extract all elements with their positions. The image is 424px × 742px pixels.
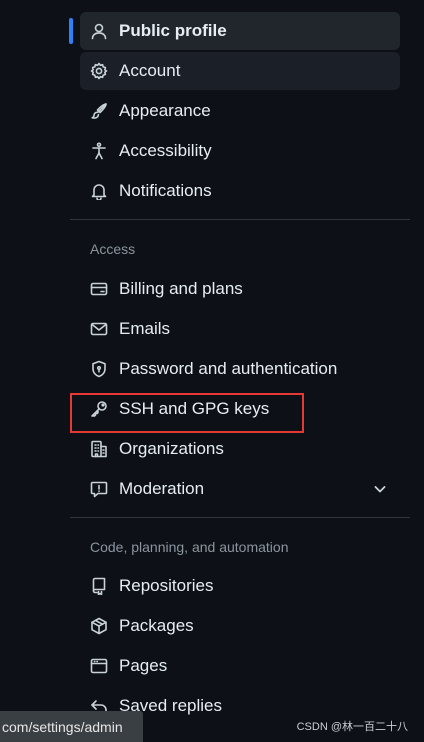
nav-item-label: Pages	[119, 656, 168, 675]
shield-lock-icon	[89, 359, 109, 379]
browser-icon	[89, 656, 109, 676]
nav-item-label: Organizations	[119, 439, 224, 458]
accessibility-icon	[89, 141, 109, 161]
credit-card-icon	[89, 279, 109, 299]
nav-item-accessibility[interactable]: Accessibility	[80, 132, 400, 170]
bell-icon	[89, 181, 109, 201]
nav-item-label: Accessibility	[119, 141, 212, 160]
section-title-code: Code, planning, and automation	[90, 539, 289, 555]
chevron-down-icon[interactable]	[372, 481, 388, 497]
settings-nav-code: Repositories Packages Pages Saved replie…	[80, 567, 400, 727]
nav-item-label: Notifications	[119, 181, 212, 200]
divider	[70, 517, 410, 518]
report-icon	[89, 479, 109, 499]
nav-item-password-auth[interactable]: Password and authentication	[80, 350, 400, 388]
settings-nav-top: Public profile Account Appearance Access…	[69, 12, 400, 212]
nav-item-label: Password and authentication	[119, 359, 338, 378]
package-icon	[89, 616, 109, 636]
nav-item-moderation[interactable]: Moderation	[80, 470, 400, 508]
settings-page: Public profile Account Appearance Access…	[0, 0, 424, 742]
nav-item-organizations[interactable]: Organizations	[80, 430, 400, 468]
nav-item-label: Appearance	[119, 101, 211, 120]
nav-item-label: Packages	[119, 616, 194, 635]
organization-icon	[89, 439, 109, 459]
watermark: CSDN @林一百二十八	[296, 721, 408, 733]
nav-item-label: SSH and GPG keys	[119, 399, 270, 418]
repo-icon	[89, 576, 109, 596]
nav-item-emails[interactable]: Emails	[80, 310, 400, 348]
nav-item-billing[interactable]: Billing and plans	[80, 270, 400, 308]
nav-item-label: Emails	[119, 319, 171, 338]
nav-item-ssh-gpg-keys[interactable]: SSH and GPG keys	[80, 390, 400, 428]
nav-item-packages[interactable]: Packages	[80, 607, 400, 645]
nav-item-label: Account	[119, 61, 181, 80]
settings-nav-access: Billing and plans Emails Password and au…	[80, 270, 400, 510]
nav-item-label: Moderation	[119, 479, 205, 498]
section-title-access: Access	[90, 241, 136, 257]
nav-item-label: Public profile	[119, 21, 227, 40]
nav-item-repositories[interactable]: Repositories	[80, 567, 400, 605]
nav-item-notifications[interactable]: Notifications	[80, 172, 400, 210]
active-indicator	[69, 18, 73, 44]
nav-item-pages[interactable]: Pages	[80, 647, 400, 685]
mail-icon	[89, 319, 109, 339]
nav-item-label: Billing and plans	[119, 279, 243, 298]
person-icon	[89, 21, 109, 41]
divider	[70, 219, 410, 220]
nav-item-appearance[interactable]: Appearance	[80, 92, 400, 130]
nav-item-account[interactable]: Account	[80, 52, 400, 90]
gear-icon	[89, 61, 109, 81]
nav-item-label: Repositories	[119, 576, 214, 595]
key-icon	[89, 399, 109, 419]
status-url-bar: com/settings/admin	[0, 711, 143, 742]
paintbrush-icon	[89, 101, 109, 121]
nav-item-public-profile[interactable]: Public profile	[69, 12, 400, 50]
